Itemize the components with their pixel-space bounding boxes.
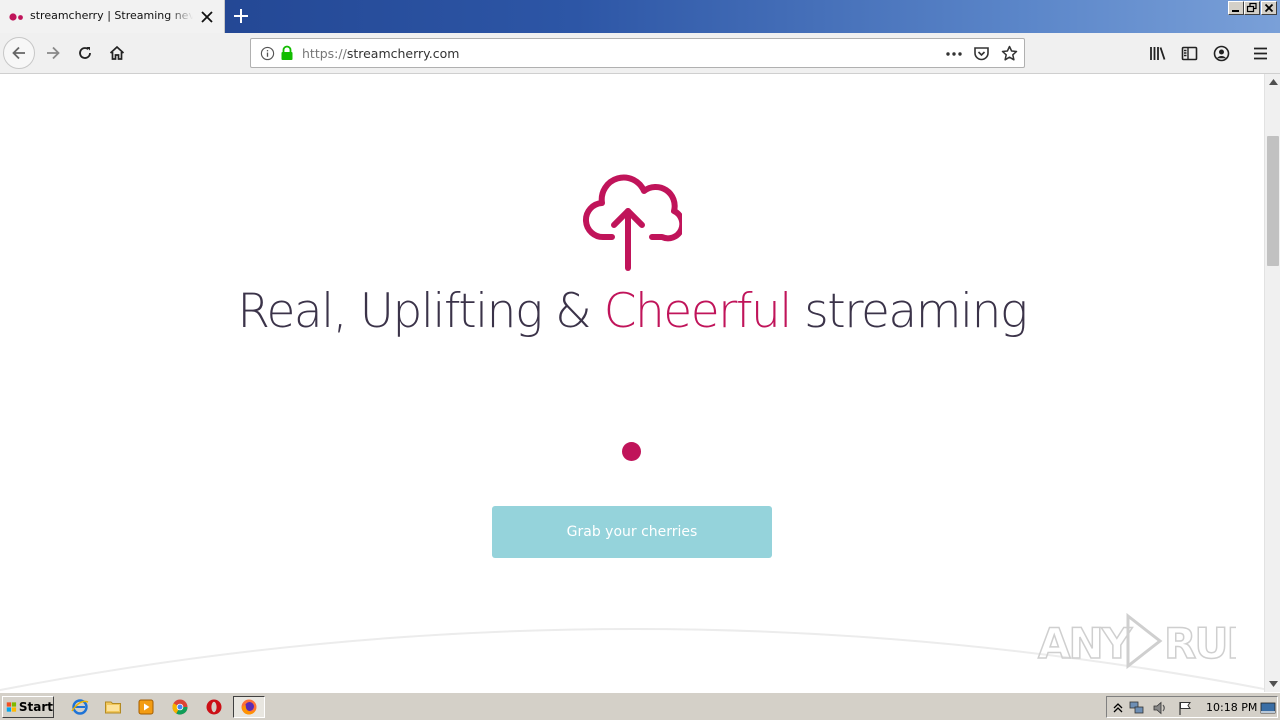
taskbar-clock[interactable]: 10:18 PM — [1206, 701, 1257, 714]
url-bar[interactable]: https://streamcherry.com — [250, 38, 1025, 68]
back-icon — [12, 46, 25, 60]
library-icon[interactable] — [1149, 45, 1167, 62]
chrome-icon[interactable] — [171, 698, 189, 716]
title-bar: streamcherry | Streaming never been — [0, 0, 1280, 33]
taskbar: Start 10:18 PM — [0, 692, 1280, 720]
start-button[interactable]: Start — [2, 696, 54, 718]
url-text: https://streamcherry.com — [302, 46, 460, 61]
back-button[interactable] — [3, 37, 35, 69]
chevron-down-icon — [1268, 681, 1278, 687]
browser-tab-active[interactable]: streamcherry | Streaming never been — [0, 0, 225, 33]
cherry-icon — [9, 13, 23, 21]
volume-icon[interactable] — [1152, 700, 1168, 716]
opera-icon[interactable] — [205, 698, 223, 716]
system-tray: 10:18 PM — [1106, 696, 1278, 718]
show-desktop-icon[interactable] — [1260, 700, 1276, 716]
flag-icon[interactable] — [1177, 700, 1193, 716]
start-label: Start — [18, 700, 53, 714]
folder-icon[interactable] — [104, 698, 122, 716]
svg-text:RUN: RUN — [1164, 619, 1236, 668]
scroll-thumb[interactable] — [1267, 136, 1279, 266]
scroll-up-arrow[interactable] — [1265, 74, 1280, 90]
restore-icon — [1246, 2, 1257, 13]
screen: streamcherry | Streaming never been — [0, 0, 1280, 720]
forward-icon — [47, 46, 60, 60]
menu-icon[interactable] — [1252, 45, 1269, 62]
vertical-scrollbar[interactable] — [1264, 74, 1280, 692]
headline-text: Real, Uplifting & — [237, 284, 604, 339]
account-icon[interactable] — [1213, 45, 1230, 62]
network-icon[interactable] — [1129, 700, 1145, 716]
home-button[interactable] — [101, 37, 133, 69]
ie-icon[interactable] — [71, 698, 89, 716]
minimize-button[interactable] — [1228, 1, 1244, 15]
hero-headline: Real, Uplifting & Cheerful streaming — [0, 284, 1264, 339]
pocket-icon[interactable] — [973, 45, 990, 62]
firefox-icon — [241, 699, 257, 715]
media-player-icon[interactable] — [137, 698, 155, 716]
restore-button[interactable] — [1244, 1, 1260, 15]
nav-toolbar: https://streamcherry.com — [0, 33, 1280, 74]
windows-logo-icon — [6, 702, 17, 712]
tab-title: streamcherry | Streaming never been — [30, 9, 193, 22]
lock-icon[interactable] — [280, 45, 294, 61]
info-icon[interactable] — [260, 46, 275, 61]
sidebar-icon[interactable] — [1181, 45, 1198, 62]
svg-text:ANY: ANY — [1038, 619, 1133, 668]
plus-icon[interactable] — [231, 6, 251, 26]
reload-icon — [79, 47, 91, 59]
forward-button[interactable] — [37, 37, 69, 69]
reload-button[interactable] — [69, 37, 101, 69]
grab-cherries-button[interactable]: Grab your cherries — [492, 506, 772, 558]
headline-text-end: streaming — [790, 284, 1028, 339]
home-icon — [109, 45, 125, 60]
close-window-button[interactable] — [1261, 1, 1277, 15]
tray-expand-icon[interactable] — [1110, 700, 1126, 716]
chevron-up-icon — [1268, 79, 1278, 85]
anyrun-logo-icon: ANY RUN — [1037, 612, 1262, 670]
minimize-icon — [1232, 10, 1239, 12]
cloud-upload-icon — [583, 174, 682, 271]
taskbar-firefox-active[interactable] — [233, 696, 265, 718]
loading-dot — [622, 442, 641, 461]
close-tab-icon[interactable] — [199, 9, 215, 25]
more-icon[interactable] — [945, 46, 963, 62]
close-icon — [1264, 3, 1274, 13]
watermark: ANY RUN — [1036, 606, 1262, 676]
scroll-down-arrow[interactable] — [1265, 676, 1280, 692]
bookmark-star-icon[interactable] — [1001, 45, 1018, 62]
page-viewport: Real, Uplifting & Cheerful streaming Gra… — [0, 74, 1264, 692]
headline-accent: Cheerful — [603, 284, 793, 339]
